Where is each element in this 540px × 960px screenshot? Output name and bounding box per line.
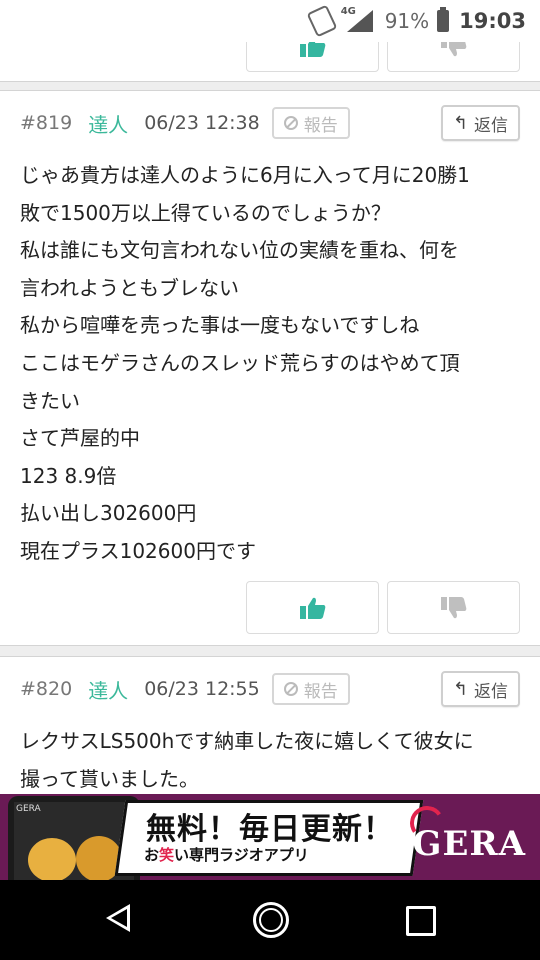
reply-arrow-icon: ↰ [452,112,468,134]
post-date: 06/23 12:38 [144,112,260,134]
post-number[interactable]: #819 [20,112,72,134]
post-line: 現在プラス102600円です [20,538,256,563]
like-button[interactable] [246,581,379,634]
post-line: 123 8.9倍 [20,463,117,488]
post-line: 撮って貰いました。 [20,766,199,791]
reply-label: 返信 [474,681,508,702]
nfc-icon [306,4,338,38]
post-line: 言われようともブレない [20,275,239,300]
ad-subtitle-highlight: 笑 [159,846,175,864]
report-label: 報告 [303,115,338,136]
ad-brand-logo: GERA [412,824,526,864]
battery-percent: 91% [384,9,430,33]
reply-arrow-icon: ↰ [452,678,468,700]
report-button[interactable]: 報告 [271,107,350,139]
home-icon[interactable] [253,902,289,938]
thumbs-down-icon [440,596,466,618]
like-button[interactable] [246,42,379,72]
ad-title: 無料！毎日更新！ [146,812,394,847]
reply-button[interactable]: ↰ 返信 [440,671,520,707]
dislike-button[interactable] [387,42,520,72]
ad-subtitle: お笑い専門ラジオアプリ [144,846,309,864]
reply-label: 返信 [474,115,508,136]
ad-phone-label: GERA [16,804,41,814]
clock: 19:03 [459,9,526,33]
thumbs-down-icon [440,42,466,56]
thumbs-up-icon [299,597,325,619]
post-line: 私は誰にも文句言われない位の実績を重ね、何を [20,238,459,263]
ad-banner[interactable]: GERA 無料！毎日更新！ お笑い専門ラジオアプリ GERA [0,794,540,880]
recent-apps-icon[interactable] [406,906,436,936]
post-line: 私から喧嘩を売った事は一度もないですしね [20,313,420,338]
post-author[interactable]: 達人 [88,675,128,704]
report-button[interactable]: 報告 [271,673,350,705]
battery-icon [437,7,450,32]
vote-row [246,581,520,634]
status-bar: 4G 91% 19:03 [0,0,540,42]
post-line: 払い出し302600円 [20,501,197,526]
navigation-bar [0,880,540,960]
post-820: #820 達人 06/23 12:55 報告 ↰ 返信 レクサスLS500hです… [0,656,540,794]
post-line: レクサスLS500hです納車した夜に嬉しくて彼女に [20,729,474,753]
previous-vote-row [246,42,520,72]
reply-button[interactable]: ↰ 返信 [440,105,520,141]
ban-icon [283,682,298,696]
post-header: #819 達人 06/23 12:38 報告 ↰ 返信 [20,105,520,141]
post-line: きたい [20,388,80,413]
thumbs-up-icon [299,42,325,57]
post-date: 06/23 12:55 [144,678,260,700]
post-author[interactable]: 達人 [88,109,128,138]
post-body: じゃあ貴方は達人のように6月に入って月に20勝1 敗で1500万以上得ているので… [20,157,525,571]
signal-icon: 4G [341,6,373,34]
post-line: じゃあ貴方は達人のように6月に入って月に20勝1 [20,163,470,187]
post-number[interactable]: #820 [20,678,72,700]
back-icon[interactable] [106,904,130,932]
previous-post-card [0,42,540,82]
post-line: 敗で1500万以上得ているのでしょうか？ [20,200,391,225]
post-body: レクサスLS500hです納車した夜に嬉しくて彼女に 撮って貰いました。 [20,723,525,794]
post-line: さて芦屋的中 [20,426,140,451]
dislike-button[interactable] [387,581,520,634]
post-line: ここはモゲラさんのスレッド荒らすのはやめて頂 [20,350,460,375]
ban-icon [283,116,298,130]
report-label: 報告 [303,681,338,702]
thread-content[interactable]: #819 達人 06/23 12:38 報告 ↰ 返信 じゃあ貴方は達人のように… [0,42,540,794]
post-819: #819 達人 06/23 12:38 報告 ↰ 返信 じゃあ貴方は達人のように… [0,90,540,646]
post-header: #820 達人 06/23 12:55 報告 ↰ 返信 [20,671,520,707]
